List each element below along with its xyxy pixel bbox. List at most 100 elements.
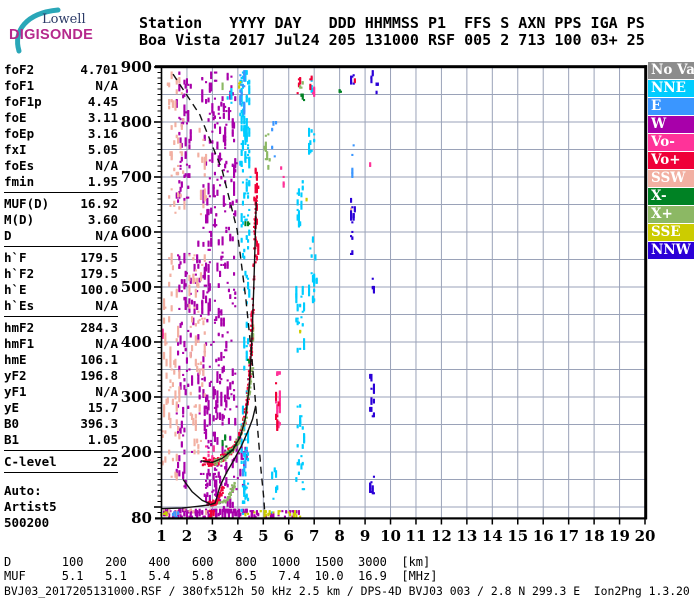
echo-dot	[253, 511, 256, 514]
echo-dot	[233, 394, 236, 397]
echo-dot	[221, 334, 224, 337]
echo-dot	[180, 290, 183, 293]
echo-dot	[240, 115, 243, 118]
echo-dot	[207, 439, 210, 442]
echo-dot	[205, 486, 208, 489]
echo-dot	[244, 151, 247, 154]
echo-dot	[175, 134, 178, 137]
echo-dot	[178, 284, 181, 287]
echo-dot	[229, 233, 232, 236]
echo-dot	[213, 406, 216, 409]
echo-dot	[216, 262, 219, 265]
echo-dot	[215, 79, 218, 82]
echo-dot	[313, 298, 316, 301]
echo-dot	[178, 365, 181, 368]
echo-dot	[249, 175, 252, 178]
echo-dot	[241, 405, 244, 408]
echo-dot	[301, 444, 304, 447]
echo-dot	[280, 166, 283, 169]
echo-dot	[305, 197, 308, 200]
echo-dot	[174, 471, 177, 474]
echo-dot	[243, 85, 246, 88]
echo-dot	[247, 192, 250, 195]
echo-dot	[208, 177, 211, 180]
echo-dot	[351, 171, 354, 174]
echo-dot	[224, 434, 227, 437]
echo-dot	[243, 485, 246, 488]
echo-dot	[234, 210, 237, 213]
echo-dot	[183, 427, 186, 430]
echo-dot	[188, 368, 191, 371]
echo-dot	[236, 477, 239, 480]
echo-dot	[217, 307, 220, 310]
echo-dot	[198, 127, 201, 130]
echo-dot	[224, 394, 227, 397]
echo-dot	[303, 302, 306, 305]
echo-dot	[197, 334, 200, 337]
echo-dot	[231, 236, 234, 239]
echo-dot	[197, 310, 200, 313]
echo-dot	[245, 450, 248, 453]
echo-dot	[177, 350, 180, 353]
echo-dot	[196, 303, 199, 306]
echo-dot	[372, 412, 375, 415]
echo-dot	[222, 195, 225, 198]
echo-dot	[219, 412, 222, 415]
echo-dot	[303, 488, 306, 491]
echo-dot	[179, 427, 182, 430]
echo-dot	[192, 510, 195, 513]
legend-item-nnw: NNW	[648, 242, 694, 259]
echo-dot	[216, 437, 219, 440]
echo-dot	[313, 273, 316, 276]
echo-dot	[308, 142, 311, 145]
echo-dot	[183, 508, 186, 511]
echo-dot	[372, 475, 375, 478]
echo-dot	[234, 508, 237, 511]
echo-dot	[220, 263, 223, 266]
echo-dot	[168, 389, 171, 392]
echo-dot	[212, 415, 215, 418]
echo-dot	[212, 386, 215, 389]
echo-dot	[177, 192, 180, 195]
echo-dot	[226, 387, 229, 390]
echo-dot	[217, 357, 220, 360]
echo-dot	[184, 151, 187, 154]
echo-dot	[301, 81, 304, 84]
echo-dot	[372, 383, 375, 386]
echo-dot	[197, 152, 200, 155]
echo-dot	[210, 439, 213, 442]
echo-dot	[202, 274, 205, 277]
echo-dot	[235, 199, 238, 202]
echo-dot	[177, 325, 180, 328]
echo-dot	[206, 291, 209, 294]
echo-dot	[174, 390, 177, 393]
echo-dot	[350, 75, 353, 78]
echo-dot	[220, 317, 223, 320]
echo-dot	[188, 254, 191, 257]
echo-dot	[224, 482, 227, 485]
echo-dot	[171, 103, 174, 106]
echo-dot	[164, 306, 167, 309]
echo-dot	[194, 358, 197, 361]
echo-dot	[165, 358, 168, 361]
echo-dot	[208, 82, 211, 85]
echo-dot	[295, 477, 298, 480]
echo-dot	[185, 122, 188, 125]
echo-dot	[225, 445, 228, 448]
echo-dot	[275, 382, 278, 385]
echo-dot	[234, 96, 237, 99]
echo-dot	[197, 283, 200, 286]
echo-dot	[201, 317, 204, 320]
echo-dot	[183, 93, 186, 96]
echo-dot	[219, 126, 222, 129]
echo-dot	[163, 512, 166, 515]
x-tick-label: 11	[406, 527, 427, 545]
echo-dot	[206, 318, 209, 321]
echo-dot	[247, 281, 250, 284]
echo-dot	[243, 365, 246, 368]
echo-dot	[201, 511, 204, 514]
echo-dot	[211, 490, 214, 493]
echo-dot	[248, 208, 251, 211]
echo-dot	[226, 96, 229, 99]
x-tick-label: 6	[284, 527, 294, 545]
